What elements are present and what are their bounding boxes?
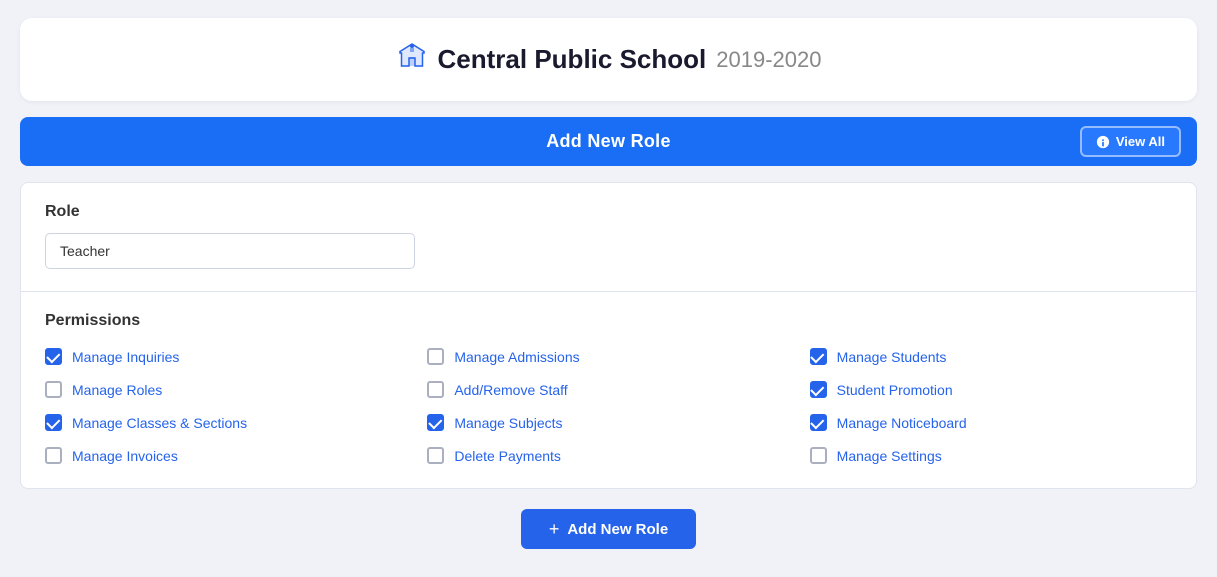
perm-checkbox-manage-admissions[interactable]: [427, 348, 444, 365]
perm-label-student-promotion: Student Promotion: [837, 382, 953, 398]
role-label: Role: [45, 203, 1172, 221]
school-name: Central Public School: [438, 44, 707, 75]
perm-item-manage-invoices[interactable]: Manage Invoices: [45, 447, 407, 464]
perm-checkbox-manage-classes-sections[interactable]: [45, 414, 62, 431]
school-title: Central Public School 2019-2020: [396, 40, 822, 79]
school-icon: [396, 40, 428, 79]
perm-checkbox-student-promotion[interactable]: [810, 381, 827, 398]
perm-label-manage-classes-sections: Manage Classes & Sections: [72, 415, 247, 431]
add-role-button[interactable]: + Add New Role: [521, 509, 696, 549]
perm-label-manage-noticeboard: Manage Noticeboard: [837, 415, 967, 431]
perm-checkbox-manage-roles[interactable]: [45, 381, 62, 398]
perm-label-add-remove-staff: Add/Remove Staff: [454, 382, 567, 398]
perm-item-manage-classes-sections[interactable]: Manage Classes & Sections: [45, 414, 407, 431]
perm-item-delete-payments[interactable]: Delete Payments: [427, 447, 789, 464]
permissions-grid: Manage Inquiries Manage Admissions Manage …: [45, 348, 1172, 464]
top-bar-title: Add New Role: [546, 131, 671, 152]
role-section: Role: [21, 183, 1196, 292]
perm-item-manage-roles[interactable]: Manage Roles: [45, 381, 407, 398]
perm-checkbox-manage-inquiries[interactable]: [45, 348, 62, 365]
perm-label-manage-subjects: Manage Subjects: [454, 415, 562, 431]
perm-label-manage-roles: Manage Roles: [72, 382, 162, 398]
perm-item-add-remove-staff[interactable]: Add/Remove Staff: [427, 381, 789, 398]
permissions-section: Permissions Manage Inquiries Manage Admis…: [21, 292, 1196, 488]
perm-item-manage-noticeboard[interactable]: Manage Noticeboard: [810, 414, 1172, 431]
perm-item-manage-students[interactable]: Manage Students: [810, 348, 1172, 365]
perm-item-manage-subjects[interactable]: Manage Subjects: [427, 414, 789, 431]
perm-checkbox-manage-students[interactable]: [810, 348, 827, 365]
perm-label-manage-inquiries: Manage Inquiries: [72, 349, 179, 365]
plus-icon: +: [549, 520, 560, 538]
perm-item-manage-inquiries[interactable]: Manage Inquiries: [45, 348, 407, 365]
perm-label-manage-settings: Manage Settings: [837, 448, 942, 464]
submit-area: + Add New Role: [20, 505, 1197, 559]
header-card: Central Public School 2019-2020: [20, 18, 1197, 101]
perm-item-student-promotion[interactable]: Student Promotion: [810, 381, 1172, 398]
perm-label-delete-payments: Delete Payments: [454, 448, 561, 464]
role-input[interactable]: [45, 233, 415, 269]
top-bar: Add New Role View All: [20, 117, 1197, 166]
add-role-label: Add New Role: [567, 521, 668, 538]
perm-checkbox-add-remove-staff[interactable]: [427, 381, 444, 398]
school-year: 2019-2020: [716, 47, 821, 73]
perm-checkbox-delete-payments[interactable]: [427, 447, 444, 464]
perm-checkbox-manage-invoices[interactable]: [45, 447, 62, 464]
perm-item-manage-admissions[interactable]: Manage Admissions: [427, 348, 789, 365]
form-card: Role Permissions Manage InquiriesManage …: [20, 182, 1197, 489]
perm-item-manage-settings[interactable]: Manage Settings: [810, 447, 1172, 464]
perm-checkbox-manage-settings[interactable]: [810, 447, 827, 464]
permissions-title: Permissions: [45, 312, 1172, 330]
perm-label-manage-invoices: Manage Invoices: [72, 448, 178, 464]
perm-label-manage-admissions: Manage Admissions: [454, 349, 579, 365]
perm-label-manage-students: Manage Students: [837, 349, 947, 365]
perm-checkbox-manage-noticeboard[interactable]: [810, 414, 827, 431]
view-all-button[interactable]: View All: [1080, 126, 1181, 157]
perm-checkbox-manage-subjects[interactable]: [427, 414, 444, 431]
